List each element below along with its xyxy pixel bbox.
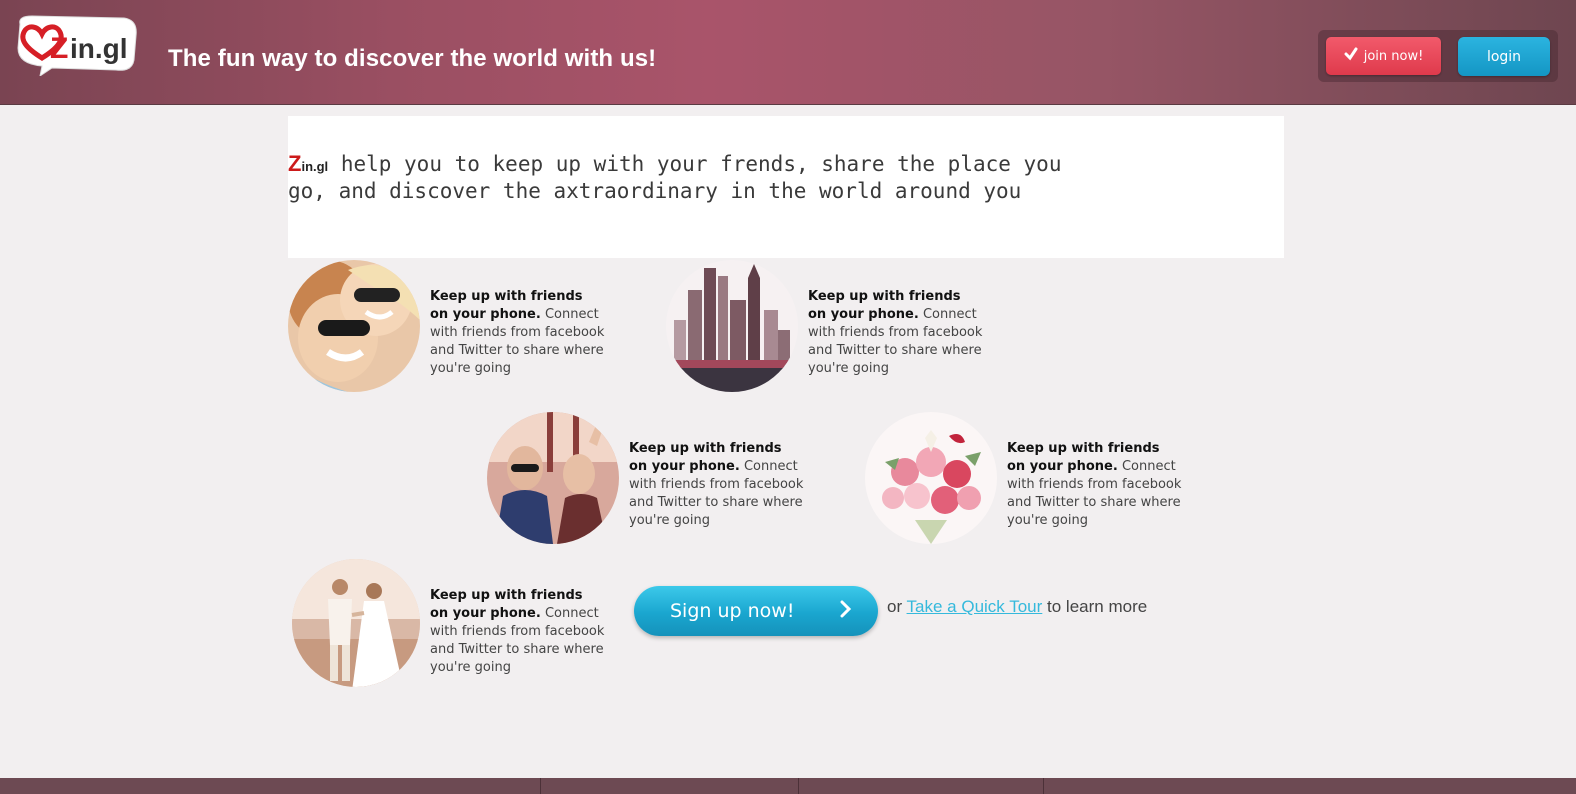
login-button[interactable]: login (1458, 37, 1550, 76)
feature-item: Keep up with friends on your phone. Conn… (865, 412, 1185, 544)
header-tagline: The fun way to discover the world with u… (168, 45, 657, 72)
site-header: Z in.gl The fun way to discover the worl… (0, 0, 1576, 105)
intro-sentence: help you to keep up with your frends, sh… (288, 152, 1062, 203)
footer-divider (798, 778, 799, 794)
footer-divider (540, 778, 541, 794)
feature-text: Keep up with friends on your phone. Conn… (629, 440, 804, 530)
logo-z-letter: Z (50, 32, 68, 65)
learn-more-text: to learn more (1042, 597, 1148, 616)
brand-rest: in.gl (301, 159, 329, 174)
quick-tour-line: or Take a Quick Tour to learn more (887, 597, 1147, 617)
feature-text: Keep up with friends on your phone. Conn… (430, 288, 605, 378)
checkmark-icon (1344, 47, 1358, 65)
feature-text: Keep up with friends on your phone. Conn… (430, 587, 605, 677)
chevron-right-icon (840, 599, 852, 624)
feature-item: Keep up with friends on your phone. Conn… (666, 260, 986, 392)
zingl-logo[interactable]: Z in.gl (12, 14, 142, 78)
party-crowd-photo (487, 412, 619, 544)
wedding-couple-photo (292, 559, 420, 687)
sign-up-label: Sign up now! (670, 600, 795, 622)
site-footer (0, 778, 1576, 794)
feature-text: Keep up with friends on your phone. Conn… (1007, 440, 1182, 530)
feature-item: Keep up with friends on your phone. Conn… (487, 412, 807, 544)
feature-item: Keep up with friends on your phone. Conn… (288, 260, 608, 392)
brand-z: Z (288, 151, 302, 176)
feature-text: Keep up with friends on your phone. Conn… (808, 288, 983, 378)
city-skyline-photo (666, 260, 798, 392)
sign-up-button[interactable]: Sign up now! (634, 586, 878, 636)
flower-bouquet-photo (865, 412, 997, 544)
svg-text:in.gl: in.gl (70, 33, 128, 64)
footer-divider (1043, 778, 1044, 794)
quick-tour-link[interactable]: Take a Quick Tour (907, 597, 1043, 616)
feature-item: Keep up with friends on your phone. Conn… (292, 559, 612, 691)
join-now-label: join now! (1363, 48, 1424, 64)
or-text: or (887, 597, 907, 616)
intro-panel: Zin.gl help you to keep up with your fre… (288, 116, 1284, 258)
intro-text: Zin.gl help you to keep up with your fre… (288, 151, 1108, 204)
join-now-button[interactable]: join now! (1326, 37, 1441, 75)
friends-selfie-photo (288, 260, 420, 392)
